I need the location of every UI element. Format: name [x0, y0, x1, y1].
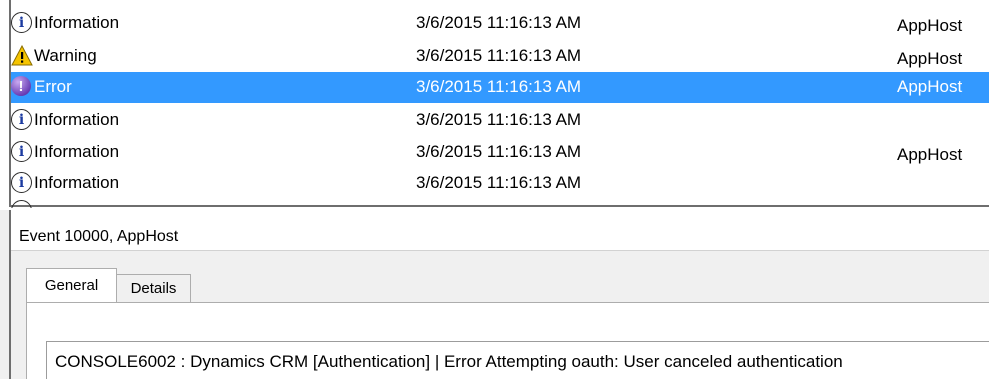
- event-title: Event 10000, AppHost: [19, 228, 179, 245]
- event-row[interactable]: i Information 3/6/2015 11:16:13 AM AppHo…: [11, 8, 989, 39]
- information-icon: i: [11, 109, 33, 131]
- error-icon: !: [11, 76, 33, 98]
- warning-icon: [11, 44, 33, 67]
- event-level: Information: [34, 173, 120, 192]
- event-row-selected[interactable]: ! Error 3/6/2015 11:16:13 AM AppHost: [11, 72, 989, 103]
- information-icon: i: [11, 172, 33, 194]
- event-date: 3/6/2015 11:16:13 AM: [416, 110, 582, 129]
- event-message: CONSOLE6002 : Dynamics CRM [Authenticati…: [55, 352, 843, 371]
- event-row[interactable]: i Information 3/6/2015 11:16:13 AM: [11, 168, 989, 199]
- event-detail-pane: Event 10000, AppHost General Details CON…: [0, 210, 989, 379]
- event-source: AppHost: [897, 77, 963, 96]
- event-message-box[interactable]: CONSOLE6002 : Dynamics CRM [Authenticati…: [46, 341, 989, 379]
- event-level: Error: [34, 77, 72, 96]
- event-source: AppHost: [897, 49, 963, 68]
- event-date: 3/6/2015 11:16:13 AM: [416, 46, 582, 65]
- event-date: 3/6/2015 11:16:13 AM: [416, 142, 582, 161]
- event-row[interactable]: Warning 3/6/2015 11:16:13 AM AppHost: [11, 41, 989, 72]
- information-icon: i: [11, 141, 33, 163]
- event-level: Information: [34, 13, 120, 32]
- event-header: Event 10000, AppHost: [11, 210, 989, 251]
- event-row[interactable]: i Information 3/6/2015 11:16:13 AM: [11, 105, 989, 136]
- general-panel: CONSOLE6002 : Dynamics CRM [Authenticati…: [26, 302, 989, 379]
- event-level: Information: [34, 110, 120, 129]
- event-date: 3/6/2015 11:16:13 AM: [416, 173, 582, 192]
- tab-details[interactable]: Details: [117, 274, 191, 302]
- event-row[interactable]: i Information 3/6/2015 11:16:13 AM AppHo…: [11, 137, 989, 168]
- event-date: 3/6/2015 11:16:13 AM: [416, 13, 582, 32]
- event-source: AppHost: [897, 145, 963, 164]
- information-icon: i: [11, 12, 33, 34]
- tab-general[interactable]: General: [26, 268, 117, 302]
- event-level: Warning: [34, 46, 97, 65]
- event-date: 3/6/2015 11:16:13 AM: [416, 77, 582, 96]
- event-source: AppHost: [897, 16, 963, 35]
- event-list[interactable]: i Information 3/6/2015 11:16:13 AM AppHo…: [0, 0, 989, 208]
- event-level: Information: [34, 142, 120, 161]
